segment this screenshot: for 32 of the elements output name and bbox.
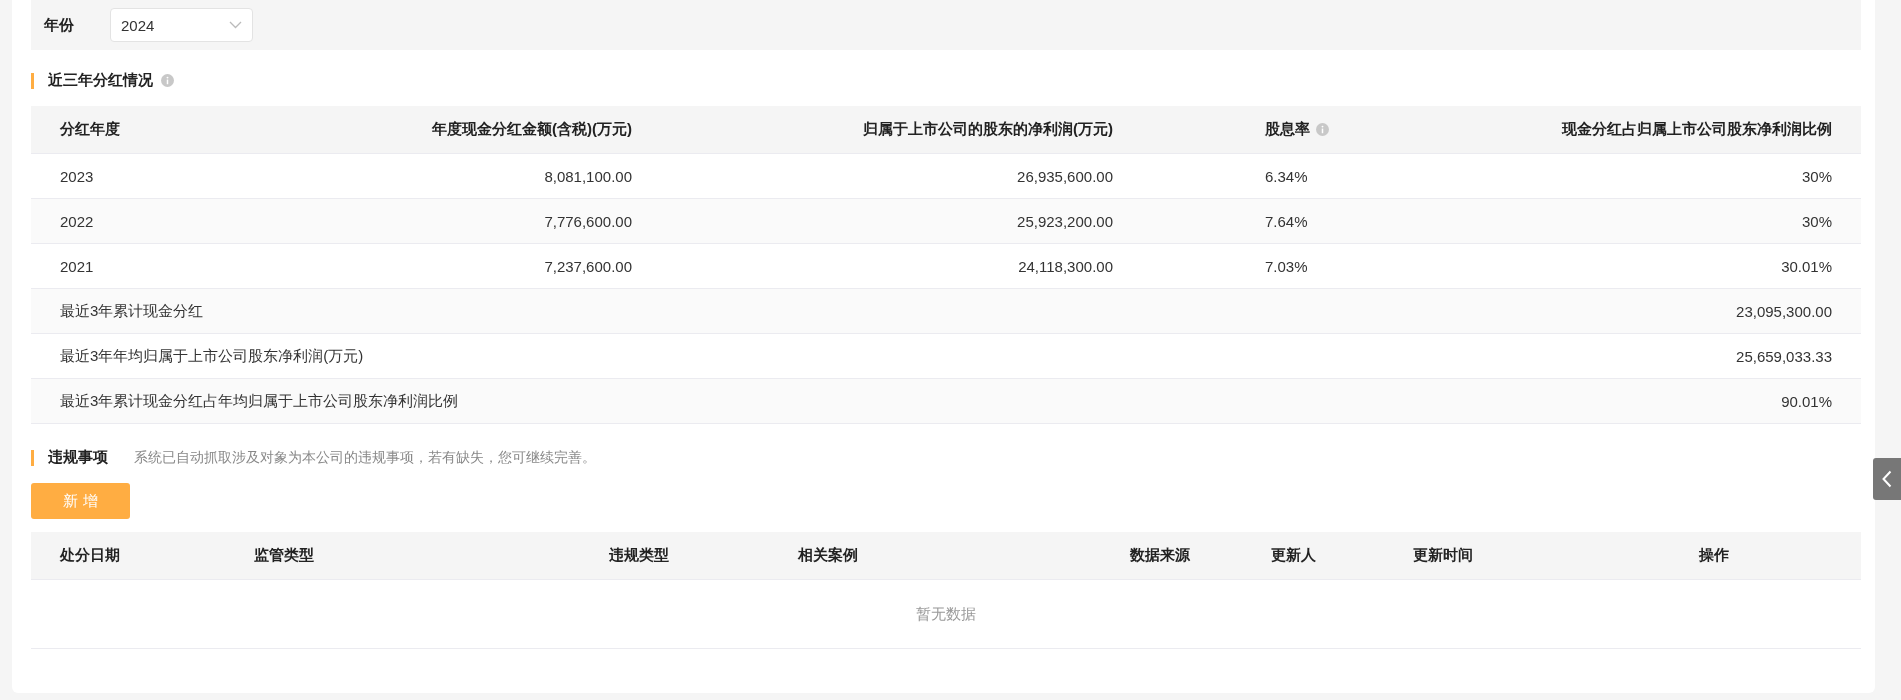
column-header: 操作 [1670, 532, 1861, 580]
column-header: 监管类型 [225, 532, 580, 580]
year-select[interactable]: 2024 [110, 8, 253, 42]
table-cell: 23,095,300.00 [1442, 289, 1861, 334]
chevron-left-icon [1882, 470, 1892, 488]
column-header: 违规类型 [580, 532, 769, 580]
column-header: 现金分红占归属上市公司股东净利润比例 [1442, 106, 1861, 154]
column-header: 更新人 [1242, 532, 1384, 580]
column-header: 分红年度 [31, 106, 231, 154]
table-cell: 7,776,600.00 [231, 199, 661, 244]
table-cell: 30% [1442, 199, 1861, 244]
table-cell: 2022 [31, 199, 231, 244]
chevron-down-icon [229, 21, 242, 29]
filter-label: 年份 [44, 15, 74, 35]
section-title: 违规事项 [48, 448, 108, 467]
table-cell: 最近3年累计现金分红 [31, 289, 1442, 334]
column-header: 年度现金分红金额(含税)(万元) [231, 106, 661, 154]
empty-text: 暂无数据 [916, 604, 976, 624]
column-header: 更新时间 [1384, 532, 1670, 580]
section-note: 系统已自动抓取涉及对象为本公司的违规事项，若有缺失，您可继续完善。 [134, 448, 596, 467]
column-header: 股息率 [1142, 106, 1442, 154]
table-cell: 最近3年累计现金分红占年均归属于上市公司股东净利润比例 [31, 379, 1442, 424]
column-header: 数据来源 [1101, 532, 1242, 580]
column-header: 归属于上市公司的股东的净利润(万元) [661, 106, 1142, 154]
table-cell: 90.01% [1442, 379, 1861, 424]
info-icon [161, 74, 174, 87]
column-header: 处分日期 [31, 532, 225, 580]
section-title: 近三年分红情况 [48, 71, 153, 90]
table-cell: 7.64% [1142, 199, 1442, 244]
collapse-tab[interactable] [1873, 458, 1901, 500]
column-header: 相关案例 [769, 532, 1101, 580]
table-cell: 25,923,200.00 [661, 199, 1142, 244]
